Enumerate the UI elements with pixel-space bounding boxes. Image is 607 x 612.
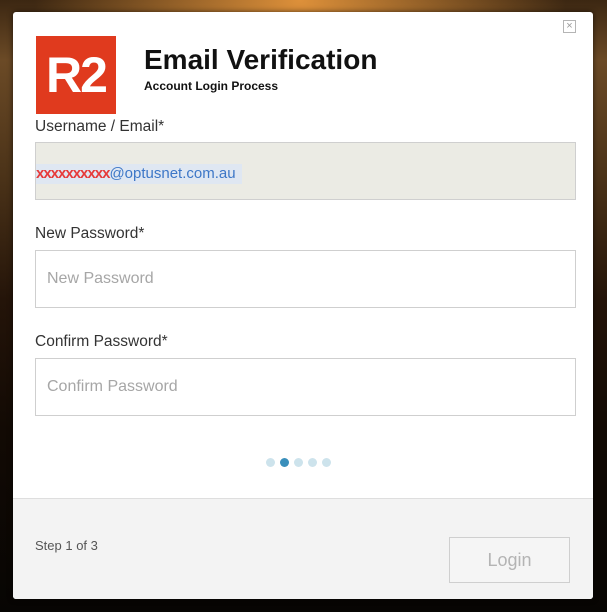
- progress-dots: [266, 454, 336, 467]
- progress-dot: [294, 458, 303, 467]
- step-indicator: Step 1 of 3: [35, 538, 98, 553]
- email-domain-text: @optusnet.com.au: [109, 165, 236, 182]
- close-icon[interactable]: ×: [563, 20, 576, 33]
- dialog-title: Email Verification: [144, 44, 378, 75]
- dialog-footer: Step 1 of 3 Login: [13, 498, 593, 599]
- login-button[interactable]: Login: [449, 537, 570, 583]
- progress-dot: [266, 458, 275, 467]
- username-value: xxxxxxxxxx@optusnet.com.au: [36, 164, 242, 184]
- email-verification-dialog: × R2 Email Verification Account Login Pr…: [13, 12, 593, 599]
- confirm-password-label: Confirm Password*: [35, 333, 168, 350]
- progress-dot: [308, 458, 317, 467]
- new-password-label: New Password*: [35, 225, 145, 242]
- redacted-text: xxxxxxxxxx: [36, 165, 110, 182]
- username-label: Username / Email*: [35, 118, 165, 135]
- new-password-field[interactable]: [35, 250, 576, 308]
- progress-dot: [322, 458, 331, 467]
- r2-logo: R2: [36, 36, 116, 114]
- progress-dot-active: [280, 458, 289, 467]
- dialog-subtitle: Account Login Process: [144, 79, 279, 93]
- confirm-password-field[interactable]: [35, 358, 576, 416]
